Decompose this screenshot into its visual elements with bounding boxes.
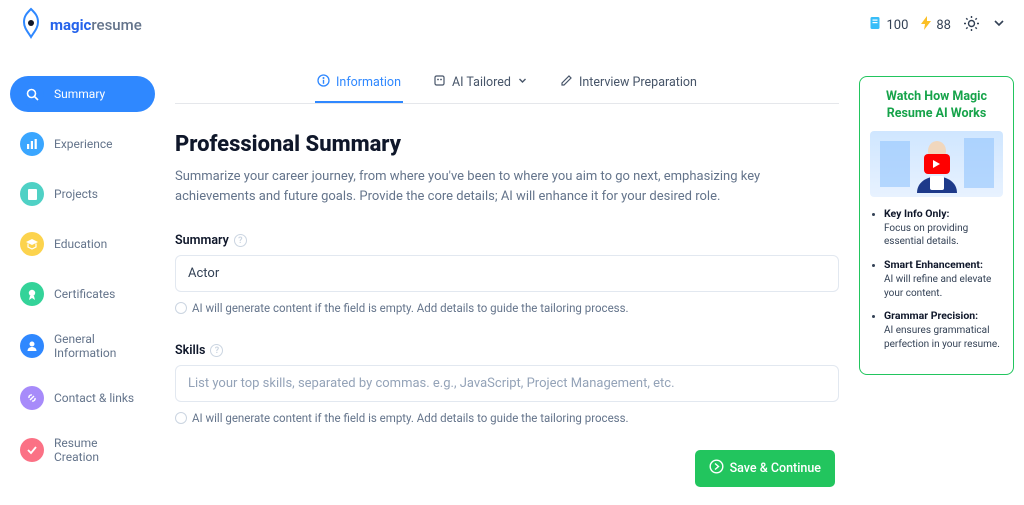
skills-field-group: Skills ? AI will generate content if the… [175,343,839,425]
sidebar-item-resume-creation[interactable]: Resume Creation [10,430,155,470]
help-icon[interactable]: ? [210,344,223,357]
aside-title: Watch How Magic Resume AI Works [870,89,1003,123]
sidebar-item-summary[interactable]: Summary [10,76,155,112]
save-continue-button[interactable]: Save & Continue [695,450,835,487]
sidebar-item-label: Summary [54,87,105,101]
tab-information[interactable]: Information [315,66,403,103]
sidebar-item-contact[interactable]: Contact & links [10,380,155,416]
sidebar-item-projects[interactable]: Projects [10,176,155,212]
content: Professional Summary Summarize your care… [175,104,839,438]
ai-icon [433,74,446,91]
search-icon [20,82,44,106]
header-right: 100 88 [868,15,1006,36]
graduation-icon [20,232,44,256]
sidebar-item-label: Experience [54,137,113,151]
chevron-down-icon [517,75,528,90]
logo[interactable]: magicresume [18,7,142,43]
badge-icon [20,282,44,306]
sidebar: Summary Experience Projects Education Ce… [10,50,155,505]
summary-input[interactable] [175,255,839,292]
skills-input[interactable] [175,365,839,402]
brand-text: magicresume [50,16,142,34]
energy-stat[interactable]: 88 [920,16,951,34]
sidebar-item-label: Certificates [54,287,115,301]
summary-label: Summary ? [175,233,839,248]
aside-box: Watch How Magic Resume AI Works Key Info… [859,76,1014,375]
sidebar-item-label: Resume Creation [54,436,145,464]
aside-tip: Grammar Precision:AI ensures grammatical… [884,309,1003,351]
play-icon [924,154,950,174]
summary-hint: AI will generate content if the field is… [175,301,839,315]
aside-tip: Smart Enhancement:AI will refine and ele… [884,258,1003,300]
arrow-right-circle-icon [709,459,724,478]
hint-icon [175,412,187,424]
summary-field-group: Summary ? AI will generate content if th… [175,233,839,315]
tab-interview-prep[interactable]: Interview Preparation [558,66,699,103]
sidebar-item-label: Education [54,237,107,251]
check-icon [20,438,44,462]
skills-hint: AI will generate content if the field is… [175,411,839,425]
page-subtitle: Summarize your career journey, from wher… [175,167,835,207]
header: magicresume 100 88 [0,0,1024,50]
logo-icon [18,7,44,43]
link-icon [20,386,44,410]
sidebar-item-label: Contact & links [54,391,134,405]
sidebar-item-certificates[interactable]: Certificates [10,276,155,312]
info-icon [317,74,330,91]
sidebar-item-experience[interactable]: Experience [10,126,155,162]
sidebar-item-education[interactable]: Education [10,226,155,262]
gear-icon[interactable] [963,15,980,36]
sidebar-item-label: Projects [54,187,98,201]
tabs: Information AI Tailored Interview Prepar… [175,66,839,104]
aside: Watch How Magic Resume AI Works Key Info… [859,50,1014,505]
aside-tip: Key Info Only:Focus on providing essenti… [884,207,1003,249]
credits-stat[interactable]: 100 [868,16,908,34]
main-panel: Information AI Tailored Interview Prepar… [167,50,847,505]
aside-tips-list: Key Info Only:Focus on providing essenti… [884,207,1003,352]
sidebar-item-label: General Information [54,332,145,360]
chevron-down-icon[interactable] [992,16,1006,34]
user-icon [20,334,44,358]
document-icon [868,16,882,34]
hint-icon [175,302,187,314]
tab-ai-tailored[interactable]: AI Tailored [431,66,530,103]
video-thumbnail[interactable] [870,131,1003,197]
chart-icon [20,132,44,156]
bolt-icon [920,16,932,34]
page-title: Professional Summary [175,132,839,157]
edit-icon [560,74,573,91]
help-icon[interactable]: ? [234,234,247,247]
document-icon [20,182,44,206]
sidebar-item-general-info[interactable]: General Information [10,326,155,366]
skills-label: Skills ? [175,343,839,358]
footer: Save & Continue [175,438,839,505]
